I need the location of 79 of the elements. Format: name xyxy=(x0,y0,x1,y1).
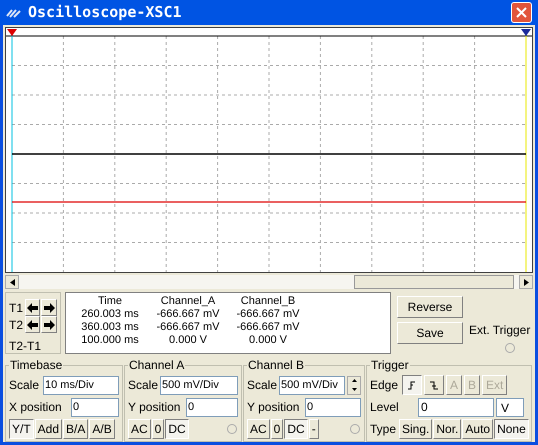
row-label: T2-T1 xyxy=(9,338,42,355)
table-cell-text: 100.000 ms xyxy=(80,334,140,347)
table-cell-text: -666.667 mV xyxy=(156,308,220,321)
group-title: Channel B xyxy=(247,357,306,374)
close-button[interactable] xyxy=(511,2,532,23)
group-title: Timebase xyxy=(9,357,64,374)
close-icon xyxy=(516,7,527,18)
table-cell-text: 360.003 ms xyxy=(80,321,140,334)
input-field[interactable]: 0 xyxy=(305,398,361,416)
scroll-thumb[interactable] xyxy=(354,275,514,289)
input-field[interactable]: 10 ms/Div xyxy=(43,376,119,394)
unit-field[interactable]: V xyxy=(496,398,524,416)
field-label: Type xyxy=(370,421,396,438)
field-label: X position xyxy=(9,399,63,416)
column-header: Channel_B xyxy=(240,295,296,308)
coupling-button[interactable]: 0 xyxy=(270,419,284,439)
falling-edge-icon xyxy=(430,380,438,390)
coupling-button[interactable]: DC xyxy=(165,419,189,439)
table-cell-text: -666.667 mV xyxy=(156,321,220,334)
cursor-label: T2 xyxy=(9,316,24,334)
coupling-button[interactable]: AC xyxy=(247,419,270,439)
right-arrow-icon xyxy=(524,278,528,286)
type-button[interactable]: None xyxy=(494,419,529,439)
move-right-button[interactable] xyxy=(41,316,58,333)
field-label: Scale xyxy=(9,377,40,394)
field-label: Level xyxy=(370,399,400,416)
field-label: Scale xyxy=(128,377,158,394)
down-arrow-icon xyxy=(352,388,356,391)
coupling-button[interactable]: 0 xyxy=(152,419,164,439)
input-field[interactable]: 500 mV/Div xyxy=(279,376,345,394)
mode-button[interactable]: Y/T xyxy=(9,419,34,439)
move-left-button[interactable] xyxy=(24,299,40,316)
column-header: Channel_A xyxy=(160,295,216,308)
column-header: Time xyxy=(96,295,124,308)
field-label: Y position xyxy=(247,399,300,416)
input-field[interactable]: 0 xyxy=(418,398,494,416)
type-button[interactable]: Sing. xyxy=(399,419,432,439)
type-button[interactable]: Nor. xyxy=(433,419,462,439)
up-arrow-icon xyxy=(352,379,356,382)
ext-trigger-label: Ext. Trigger xyxy=(469,322,530,339)
input-field[interactable]: 0 xyxy=(71,398,119,416)
spinner-button[interactable] xyxy=(347,376,361,394)
field-label: Scale xyxy=(247,377,277,394)
cursor-marker[interactable] xyxy=(521,29,531,36)
rising-edge-icon xyxy=(408,380,416,390)
mode-button[interactable]: B/A xyxy=(63,419,88,439)
table-cell-text: 0.000 V xyxy=(168,334,208,347)
cursor-label: T1 xyxy=(9,300,24,316)
window-title: Oscilloscope-XSC1 xyxy=(28,2,183,24)
scroll-right-button[interactable] xyxy=(519,275,533,289)
coupling-button[interactable]: DC xyxy=(284,419,308,439)
coupling-button[interactable]: - xyxy=(308,419,319,439)
app-icon xyxy=(6,6,22,18)
input-field[interactable]: 0 xyxy=(186,398,238,416)
table-cell-text: -666.667 mV xyxy=(236,321,300,334)
type-button[interactable]: Auto xyxy=(462,419,494,439)
group-title: Channel A xyxy=(128,357,186,374)
scroll-left-button[interactable] xyxy=(5,275,19,289)
input-field[interactable]: 500 mV/Div xyxy=(160,376,238,394)
action-button[interactable]: Reverse xyxy=(397,296,463,318)
coupling-button[interactable]: AC xyxy=(128,419,151,439)
left-arrow-icon xyxy=(26,320,38,330)
mode-button[interactable]: A/B xyxy=(89,419,115,439)
move-right-button[interactable] xyxy=(41,299,58,316)
field-label: Y position xyxy=(128,399,182,416)
right-arrow-icon xyxy=(44,320,55,330)
move-left-button[interactable] xyxy=(24,316,40,333)
table-cell-text: 260.003 ms xyxy=(80,308,140,321)
table-cell-text: 0.000 V xyxy=(248,334,288,347)
left-arrow-icon xyxy=(10,278,14,286)
right-arrow-icon xyxy=(44,302,55,312)
edge-button[interactable] xyxy=(402,375,422,395)
field-label: Edge xyxy=(370,377,400,394)
cursor-marker[interactable] xyxy=(7,29,17,36)
table-cell-text: -666.667 mV xyxy=(236,308,300,321)
mode-button[interactable]: Add xyxy=(34,419,62,439)
action-button[interactable]: Save xyxy=(397,322,463,344)
left-arrow-icon xyxy=(26,302,38,312)
group-title: Trigger xyxy=(370,357,410,374)
